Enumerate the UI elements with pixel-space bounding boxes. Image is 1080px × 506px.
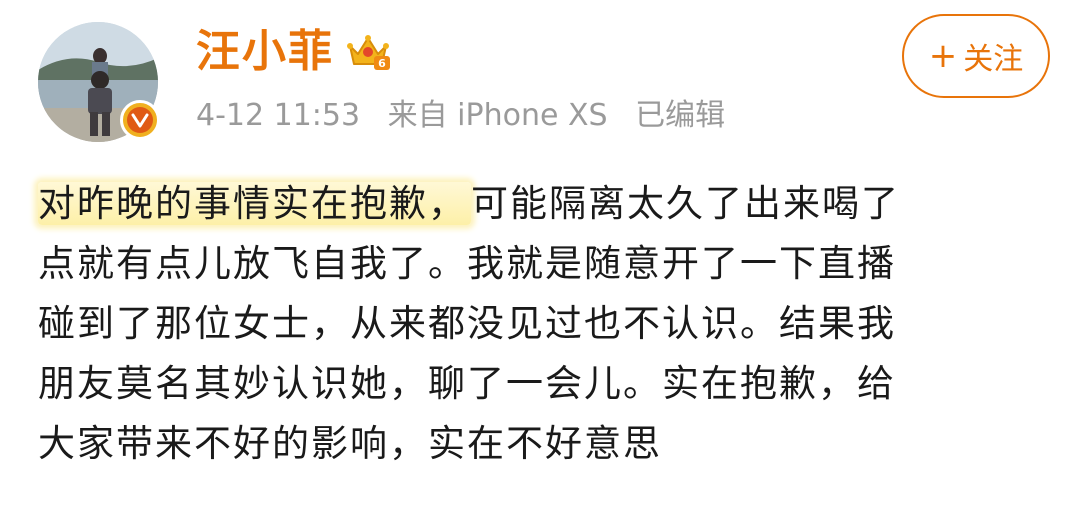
body-line: 对昨晚的事情实在抱歉， 可能隔离太久了出来喝了 [38, 174, 1048, 234]
body-line: 碰到了那位女士，从来都没见过也不认识。结果我 [38, 302, 896, 345]
timestamp: 4-12 11:53 [196, 98, 361, 133]
follow-label: 关注 [963, 42, 1024, 77]
body-text: 可能隔离太久了出来喝了 [471, 182, 900, 225]
body-line: 大家带来不好的影响，实在不好意思 [38, 422, 662, 465]
edited-label[interactable]: 已编辑 [635, 98, 725, 133]
body-line: 点就有点儿放飞自我了。我就是随意开了一下直播 [38, 242, 896, 285]
vip-crown-icon[interactable]: 6 [346, 32, 392, 72]
plus-icon: + [928, 36, 958, 76]
follow-button[interactable]: + 关注 [902, 14, 1050, 98]
body-line: 朋友莫名其妙认识她，聊了一会儿。实在抱歉，给 [38, 362, 896, 405]
verified-v-icon [120, 100, 160, 140]
username[interactable]: 汪小菲 [196, 24, 334, 80]
source: 来自 iPhone XS [387, 98, 608, 133]
post-meta: 4-12 11:53 来自 iPhone XS 已编辑 [196, 96, 743, 136]
highlighted-text: 对昨晚的事情实在抱歉， [38, 182, 471, 225]
weibo-post: 汪小菲 6 4-12 11:53 来自 iPhone XS 已编辑 + 关注 对… [0, 0, 1080, 506]
post-body: 对昨晚的事情实在抱歉， 可能隔离太久了出来喝了 点就有点儿放飞自我了。我就是随意开… [38, 174, 1048, 474]
vip-level: 6 [378, 57, 386, 70]
